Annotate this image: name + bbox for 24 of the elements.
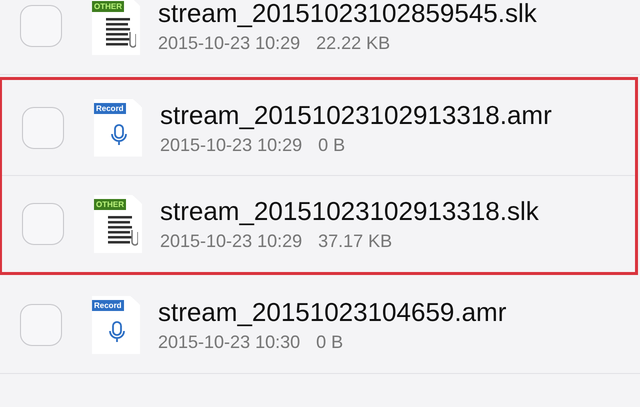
file-name: stream_20151023104659.amr: [158, 296, 506, 328]
document-lines-icon: [108, 216, 138, 246]
microphone-icon: [109, 321, 125, 343]
checkbox[interactable]: [22, 106, 64, 148]
checkbox[interactable]: [22, 203, 64, 245]
file-type-label: OTHER: [94, 199, 126, 210]
file-name: stream_20151023102913318.slk: [160, 195, 539, 227]
document-lines-icon: [106, 18, 136, 48]
checkbox[interactable]: [20, 304, 62, 346]
file-size: 22.22 KB: [316, 32, 390, 55]
file-type-label: OTHER: [92, 1, 124, 12]
microphone-icon: [111, 124, 127, 146]
file-size: 37.17 KB: [318, 230, 392, 253]
checkbox[interactable]: [20, 5, 62, 47]
file-date: 2015-10-23 10:29: [160, 230, 302, 253]
file-type-label: Record: [94, 102, 126, 114]
file-size: 0 B: [318, 134, 346, 156]
file-size: 0 B: [316, 331, 344, 354]
file-date: 2015-10-23 10:29: [160, 134, 302, 156]
file-name: stream_20151023102913318.amr: [160, 98, 552, 130]
file-type-label: Record: [92, 300, 124, 311]
file-name: stream_20151023102859545.slk: [158, 0, 537, 29]
file-date: 2015-10-23 10:30: [158, 331, 300, 354]
file-date: 2015-10-23 10:29: [158, 32, 300, 55]
